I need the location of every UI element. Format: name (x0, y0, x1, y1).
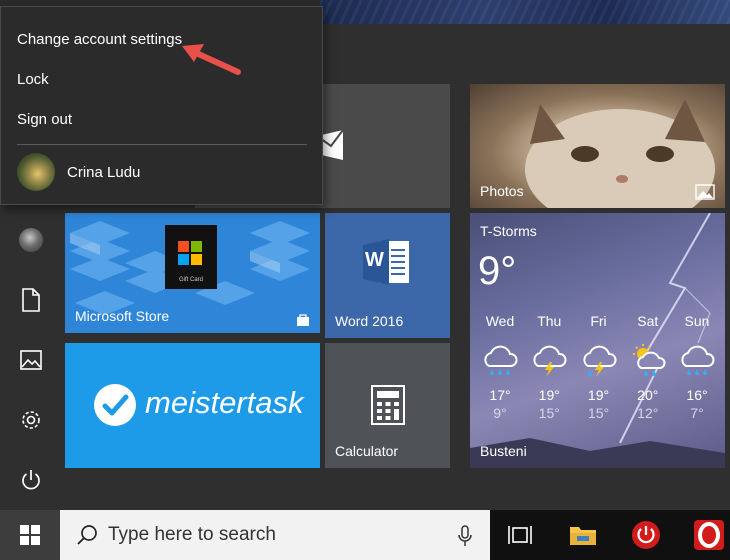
forecast-high: 16° (686, 387, 708, 403)
microphone-icon[interactable] (458, 525, 472, 547)
forecast-day-name: Sat (637, 313, 659, 329)
meistertask-tile[interactable]: meistertask (65, 343, 320, 468)
picture-icon (20, 350, 42, 370)
sidebar-account-button[interactable] (0, 210, 62, 270)
account-user-row[interactable]: Crina Ludu (17, 153, 140, 191)
forecast-high: 17° (489, 387, 511, 403)
pointer-arrow-icon (182, 44, 241, 75)
account-menu: Change account settings Lock Sign out Cr… (0, 6, 323, 205)
rain-cloud-icon (476, 341, 524, 381)
forecast-day: Sat 20° 12° (624, 313, 672, 421)
forecast-day: Fri 19° 15° (575, 313, 623, 421)
forecast-day: Thu 19° 15° (525, 313, 573, 421)
shutdown-app-button[interactable] (621, 510, 671, 560)
power-icon (632, 521, 660, 549)
sidebar-settings-button[interactable] (0, 390, 62, 450)
photos-label: Photos (480, 183, 524, 199)
document-icon (22, 288, 40, 312)
store-bag-icon (297, 314, 309, 326)
forecast-day-name: Wed (485, 313, 515, 329)
search-placeholder: Type here to search (108, 524, 276, 545)
sidebar-pictures-button[interactable] (0, 330, 62, 390)
avatar (19, 228, 43, 252)
forecast-low: 15° (538, 405, 560, 421)
opera-icon (694, 520, 724, 550)
microsoft-store-label: Microsoft Store (75, 308, 170, 324)
opera-browser-button[interactable] (684, 510, 730, 560)
forecast-day-name: Sun (684, 313, 710, 329)
task-view-icon (508, 526, 532, 544)
calculator-tile[interactable]: Calculator (325, 343, 450, 468)
start-button[interactable] (0, 510, 60, 560)
sun-rain-icon (624, 341, 672, 381)
start-sidebar (0, 204, 62, 510)
change-account-settings-item[interactable]: Change account settings (17, 31, 182, 48)
thunderstorm-icon (575, 341, 623, 381)
avatar (17, 153, 55, 191)
weather-tile[interactable]: T-Storms 9° Wed 17° 9° Thu 19° 15° Fri 1… (470, 213, 725, 468)
power-icon (22, 470, 40, 490)
task-view-button[interactable] (495, 510, 545, 560)
check-circle-icon (94, 384, 136, 426)
rain-cloud-icon (673, 341, 721, 381)
forecast-day-name: Thu (537, 313, 562, 329)
search-icon (77, 525, 97, 545)
user-name: Crina Ludu (67, 163, 141, 181)
sidebar-documents-button[interactable] (0, 270, 62, 330)
lock-item[interactable]: Lock (17, 71, 49, 88)
forecast-day: Sun 16° 7° (673, 313, 721, 421)
weather-condition: T-Storms (480, 223, 537, 239)
forecast-day-name: Fri (590, 313, 607, 329)
forecast-low: 12° (637, 405, 659, 421)
gear-icon (22, 411, 40, 429)
meistertask-label: meistertask (145, 385, 304, 420)
taskbar: Type here to search (0, 510, 730, 560)
word-2016-tile[interactable]: W Word 2016 (325, 213, 450, 338)
forecast-low: 9° (493, 405, 507, 421)
word-2016-label: Word 2016 (335, 313, 404, 329)
weather-current-temp: 9° (478, 249, 517, 293)
forecast-high: 20° (637, 387, 659, 403)
desktop-wallpaper (320, 0, 730, 24)
calculator-icon (371, 385, 405, 425)
forecast-high: 19° (587, 387, 610, 403)
calculator-label: Calculator (335, 443, 399, 459)
thunderstorm-icon (525, 341, 573, 381)
sidebar-power-button[interactable] (0, 450, 62, 510)
photos-tile[interactable]: Photos (470, 84, 725, 208)
search-box[interactable]: Type here to search (60, 510, 490, 560)
folder-icon (570, 527, 596, 545)
forecast-low: 7° (690, 405, 704, 421)
weather-forecast: Wed 17° 9° Thu 19° 15° Fri 19° 15° Sat 2… (476, 313, 721, 421)
forecast-day: Wed 17° 9° (476, 313, 524, 421)
sign-out-item[interactable]: Sign out (17, 111, 72, 128)
menu-divider (17, 144, 307, 145)
file-explorer-button[interactable] (558, 510, 608, 560)
photos-badge-icon (695, 184, 715, 200)
forecast-high: 19° (538, 387, 560, 403)
forecast-low: 15° (587, 405, 610, 421)
weather-location: Busteni (480, 443, 527, 459)
windows-logo-icon (20, 525, 40, 545)
microsoft-store-tile[interactable]: Gift Card Microsoft Store (65, 213, 320, 333)
gift-card-text: Gift Card (179, 277, 204, 283)
word-letter: W (365, 249, 384, 271)
